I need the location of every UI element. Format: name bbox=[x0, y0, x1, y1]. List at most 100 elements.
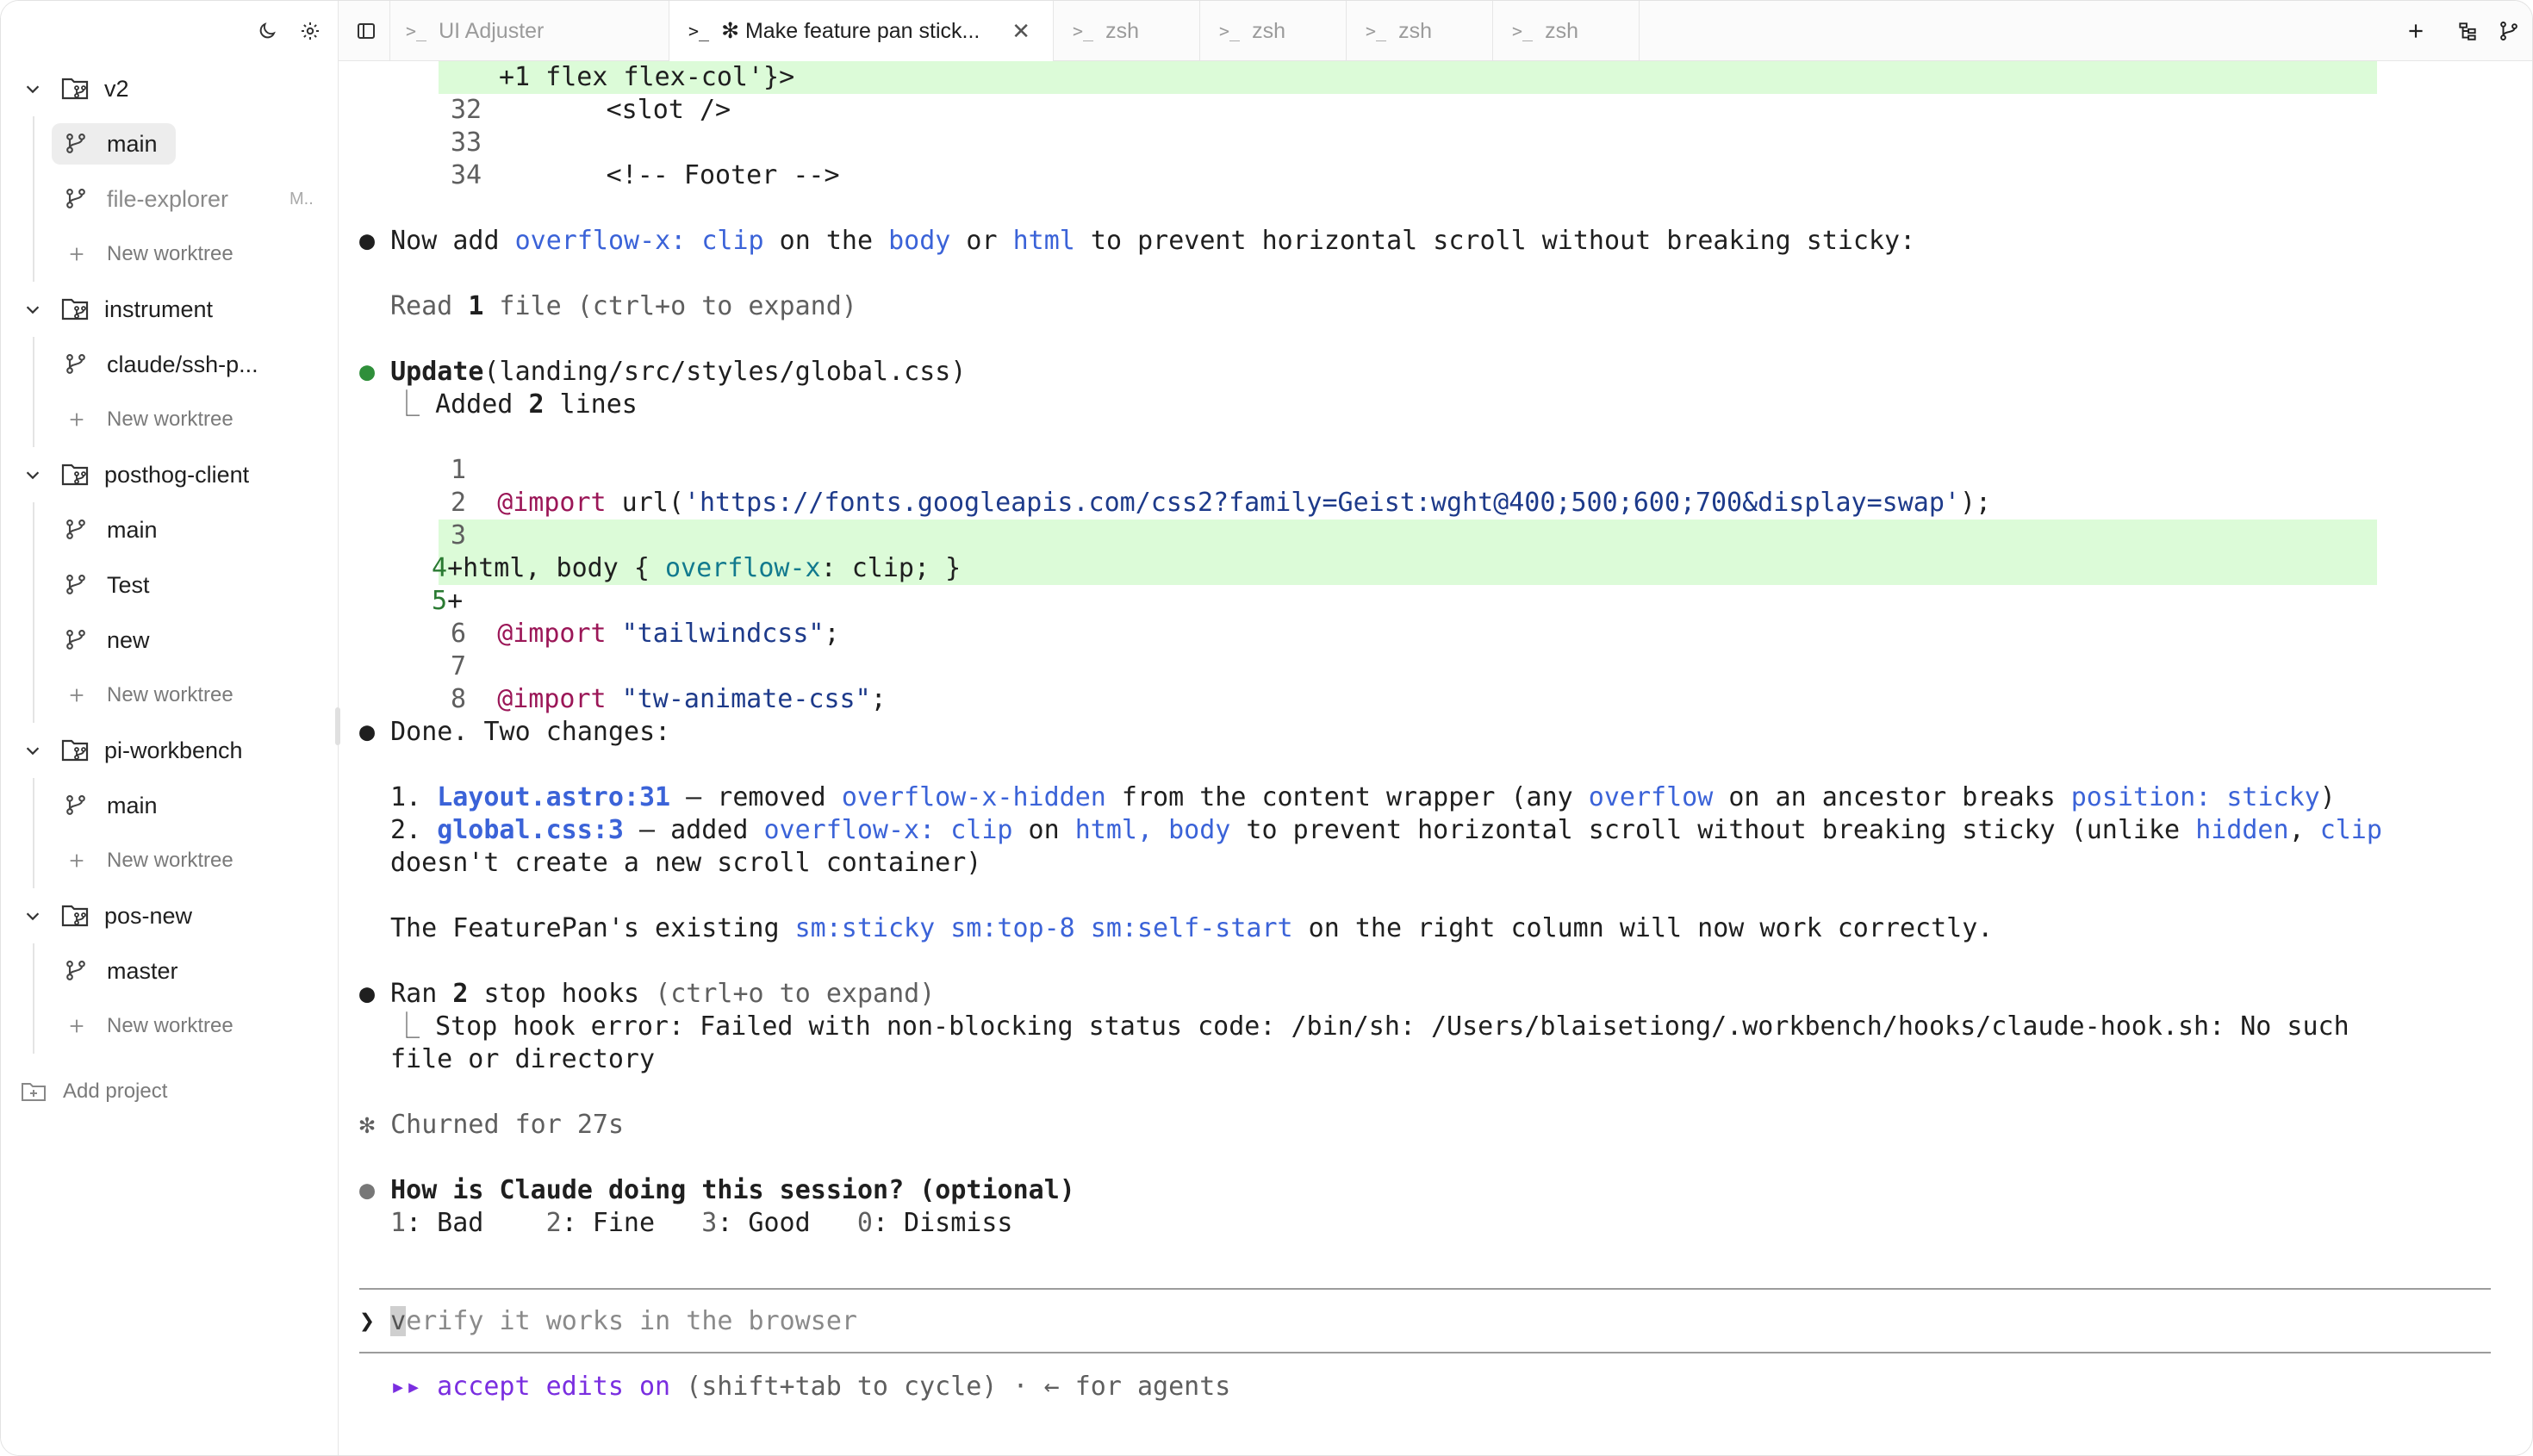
message-done: ● Done. Two changes: bbox=[359, 717, 671, 747]
branch-button[interactable] bbox=[2498, 20, 2520, 42]
new-worktree-label: New worktree bbox=[107, 1014, 233, 1037]
worktree-list: main file-explorer M.. New worktree bbox=[33, 116, 338, 282]
tab-label: UI Adjuster bbox=[439, 18, 545, 43]
git-branch-icon bbox=[64, 352, 88, 376]
prompt-input[interactable]: ❯ verify it works in the browser bbox=[359, 1305, 857, 1338]
worktree-name: master bbox=[107, 957, 178, 984]
new-worktree-button[interactable]: New worktree bbox=[34, 999, 338, 1054]
worktree-list: claude/ssh-p... New worktree bbox=[33, 337, 338, 447]
terminal-prompt-icon: >_ bbox=[1366, 21, 1387, 41]
input-bottom-divider bbox=[359, 1352, 2491, 1353]
sidebar-toggle-icon bbox=[358, 23, 375, 39]
chevron-down-icon[interactable] bbox=[23, 79, 42, 98]
chevron-down-icon[interactable] bbox=[23, 300, 42, 319]
worktree-highlight bbox=[52, 785, 338, 826]
gear-icon[interactable] bbox=[299, 20, 321, 42]
worktree-name: Test bbox=[107, 571, 150, 598]
worktree-name: main bbox=[107, 792, 158, 818]
tab-active-session[interactable]: >_ ✻ Make feature pan stick... ✕ bbox=[669, 1, 1054, 61]
tab-zsh[interactable]: >_ zsh bbox=[1347, 1, 1493, 61]
terminal-prompt-icon: >_ bbox=[1073, 21, 1094, 41]
close-tab-icon[interactable]: ✕ bbox=[1011, 18, 1030, 45]
git-branch-icon bbox=[64, 187, 88, 211]
plus-icon bbox=[70, 247, 84, 261]
read-files-line[interactable]: Read 1 file (ctrl+o to expand) bbox=[390, 290, 857, 323]
tab-zsh[interactable]: >_ zsh bbox=[1200, 1, 1347, 61]
worktree-item[interactable]: main bbox=[34, 778, 338, 833]
project-posthog-client[interactable]: posthog-client bbox=[1, 447, 338, 502]
chevron-down-icon[interactable] bbox=[23, 741, 42, 760]
change-item-2-cont: doesn't create a new scroll container) bbox=[390, 848, 982, 878]
ran-hooks-line[interactable]: ● Ran 2 stop hooks (ctrl+o to expand) bbox=[359, 978, 935, 1011]
project-name: posthog-client bbox=[104, 461, 250, 488]
worktree-status-tag: M.. bbox=[289, 189, 314, 208]
bullet-icon: ● bbox=[359, 1175, 376, 1205]
worktree-name: main bbox=[107, 130, 158, 157]
project-instrument[interactable]: instrument bbox=[1, 282, 338, 337]
worktree-item[interactable]: master bbox=[34, 943, 338, 999]
add-project-label: Add project bbox=[63, 1080, 168, 1103]
terminal-prompt-icon: >_ bbox=[688, 21, 710, 41]
new-worktree-label: New worktree bbox=[107, 849, 233, 872]
diff-line-prev: +1 flex flex-col'}> bbox=[499, 62, 795, 92]
featurepan-note: The FeaturePan's existing sm:sticky sm:t… bbox=[390, 913, 1994, 943]
git-branch-icon bbox=[64, 959, 88, 983]
tab-zsh[interactable]: >_ zsh bbox=[1493, 1, 1640, 61]
new-worktree-label: New worktree bbox=[107, 683, 233, 706]
add-project-button[interactable]: Add project bbox=[1, 1069, 339, 1114]
worktree-item[interactable]: main bbox=[34, 116, 338, 171]
project-list: v2 main file-explorer M.. New worktree instru… bbox=[1, 61, 338, 1054]
new-worktree-button[interactable]: New worktree bbox=[34, 227, 338, 282]
app-window: v2 main file-explorer M.. New worktree instru… bbox=[0, 0, 2533, 1456]
project-name: pos-new bbox=[104, 902, 193, 929]
worktree-item[interactable]: main bbox=[34, 502, 338, 557]
folder-branch-icon bbox=[61, 739, 89, 762]
mode-status-line[interactable]: ▸▸ accept edits on (shift+tab to cycle) … bbox=[390, 1371, 1230, 1403]
bullet-icon: ● bbox=[359, 979, 376, 1009]
toggle-sidebar-button[interactable] bbox=[339, 1, 390, 61]
plus-icon bbox=[2409, 24, 2423, 38]
diff-line-2: 2 @import url('https://fonts.googleapis.… bbox=[451, 488, 1992, 518]
worktree-list: main Test new New worktree bbox=[33, 502, 338, 723]
chevron-down-icon[interactable] bbox=[23, 465, 42, 484]
new-worktree-button[interactable]: New worktree bbox=[34, 833, 338, 888]
worktree-list: master New worktree bbox=[33, 943, 338, 1054]
worktree-item[interactable]: claude/ssh-p... bbox=[34, 337, 338, 392]
feedback-options[interactable]: 1: Bad 2: Fine 3: Good 0: Dismiss bbox=[390, 1207, 1013, 1240]
new-tab-button[interactable] bbox=[2405, 20, 2427, 42]
message-now-add: ● Now add overflow-x: clip on the body o… bbox=[359, 226, 1916, 256]
sidebar: v2 main file-explorer M.. New worktree instru… bbox=[1, 1, 339, 1455]
tab-label: zsh bbox=[1105, 18, 1139, 43]
project-name: v2 bbox=[104, 75, 129, 102]
worktree-item[interactable]: file-explorer M.. bbox=[34, 171, 338, 227]
project-name: pi-workbench bbox=[104, 737, 243, 763]
worktree-item[interactable]: Test bbox=[34, 557, 338, 613]
churned-status: ✻ Churned for 27s bbox=[359, 1110, 625, 1140]
bullet-icon: ● bbox=[359, 226, 376, 256]
worktree-item[interactable]: new bbox=[34, 613, 338, 668]
terminal-output[interactable]: +1 flex flex-col'}> 32 <slot /> 33 34 <!… bbox=[339, 61, 2532, 1455]
tab-label: zsh bbox=[1545, 18, 1578, 43]
new-worktree-button[interactable]: New worktree bbox=[34, 392, 338, 447]
accept-edits-arrows-icon: ▸▸ bbox=[390, 1372, 422, 1402]
worktree-highlight bbox=[52, 564, 338, 606]
tree-view-button[interactable] bbox=[2456, 20, 2479, 42]
worktree-list: main New worktree bbox=[33, 778, 338, 888]
new-worktree-label: New worktree bbox=[107, 408, 233, 431]
added-lines-summary: ⎿ Added 2 lines bbox=[394, 389, 638, 420]
moon-icon[interactable] bbox=[256, 20, 278, 42]
terminal-prompt-icon: >_ bbox=[1219, 21, 1241, 41]
plus-icon bbox=[70, 854, 84, 868]
new-worktree-button[interactable]: New worktree bbox=[34, 668, 338, 723]
tab-zsh[interactable]: >_ zsh bbox=[1054, 1, 1200, 61]
project-pos-new[interactable]: pos-new bbox=[1, 888, 338, 943]
project-v2[interactable]: v2 bbox=[1, 61, 338, 116]
project-pi-workbench[interactable]: pi-workbench bbox=[1, 723, 338, 778]
tab-label: ✻ Make feature pan stick... bbox=[721, 19, 980, 43]
plus-icon bbox=[70, 688, 84, 702]
tab-ui-adjuster[interactable]: >_ UI Adjuster bbox=[390, 1, 669, 61]
success-dot-icon: ● bbox=[359, 357, 376, 387]
diff-line-33: 33 bbox=[451, 128, 482, 158]
folder-branch-icon bbox=[61, 464, 89, 486]
chevron-down-icon[interactable] bbox=[23, 906, 42, 925]
